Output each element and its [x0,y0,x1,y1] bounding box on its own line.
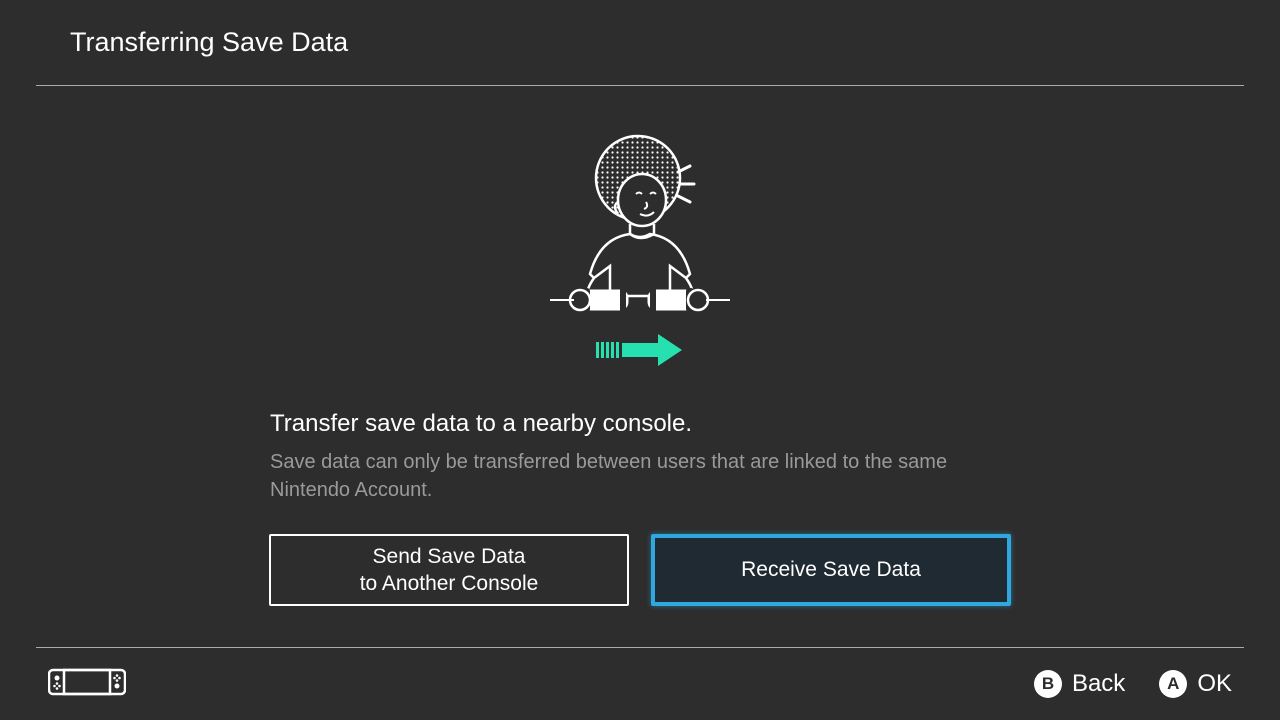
send-button-label: Send Save Data to Another Console [360,543,539,598]
controller-icon [48,666,126,703]
page-title: Transferring Save Data [70,27,348,58]
ok-label: OK [1197,670,1232,698]
receive-button-label: Receive Save Data [741,556,921,583]
back-label: Back [1072,670,1125,698]
back-hint[interactable]: B Back [1034,670,1125,698]
transfer-illustration [530,130,750,385]
main-instruction-text: Transfer save data to a nearby console. [270,410,1010,438]
header-divider [36,85,1244,86]
instruction-detail-text: Save data can only be transferred betwee… [270,448,1010,504]
receive-save-data-button[interactable]: Receive Save Data [651,534,1011,606]
b-button-icon: B [1034,670,1062,698]
send-save-data-button[interactable]: Send Save Data to Another Console [269,534,629,606]
transfer-arrow-icon [596,334,682,366]
ok-hint[interactable]: A OK [1159,670,1232,698]
a-button-icon: A [1159,670,1187,698]
